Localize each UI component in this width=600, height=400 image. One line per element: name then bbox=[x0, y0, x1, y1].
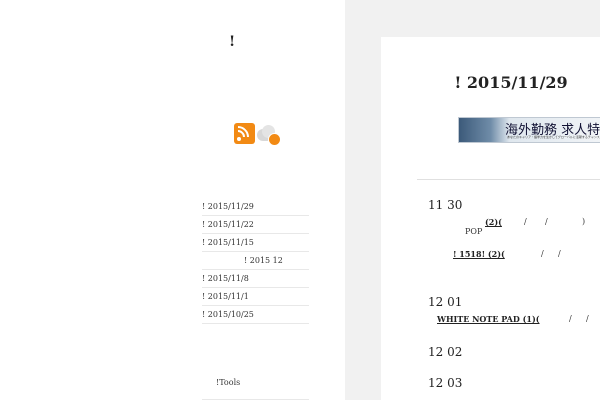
archive-item[interactable]: ! 2015/11/29 bbox=[202, 198, 309, 216]
archive-link[interactable]: ! 2015/11/1 bbox=[202, 292, 249, 301]
entry-link-text[interactable]: WHITE NOTE PAD (1)( bbox=[437, 314, 564, 324]
post-title[interactable]: ! 2015/11/29 bbox=[381, 73, 600, 92]
archive-item[interactable]: ! 2015/10/25 bbox=[202, 306, 309, 324]
separator: ) bbox=[582, 217, 586, 226]
ad-subtitle: あなたのキャリア・語学力を生かしてグローバルに活躍するチャンス bbox=[507, 135, 600, 139]
day-heading: 12 01 bbox=[428, 295, 463, 309]
entry-link-text[interactable]: (2)( bbox=[435, 217, 502, 227]
separator: / bbox=[545, 217, 548, 226]
archive-item[interactable]: ! 2015/11/1 bbox=[202, 288, 309, 306]
separator: / bbox=[569, 314, 572, 323]
separator: / bbox=[586, 314, 589, 323]
archive-item[interactable]: ! 2015/11/15 bbox=[202, 234, 309, 252]
site-title[interactable]: ! bbox=[229, 34, 235, 50]
tools-link[interactable]: !Tools bbox=[202, 378, 240, 387]
archive-link[interactable]: ! 2015/11/8 bbox=[202, 274, 249, 283]
cloud-rss-icon[interactable] bbox=[257, 123, 283, 147]
entry-link[interactable]: ! 1518! (2)( bbox=[436, 249, 505, 259]
archive-link[interactable]: ! 2015/10/25 bbox=[202, 310, 254, 319]
entry-link[interactable]: WHITE NOTE PAD (1)( bbox=[437, 314, 564, 324]
entry-link-text[interactable]: ! 1518! (2)( bbox=[436, 249, 505, 259]
archive-list: ! 2015/11/29 ! 2015/11/22 ! 2015/11/15 !… bbox=[202, 198, 309, 324]
separator: / bbox=[541, 249, 544, 258]
archive-link[interactable]: ! 2015/11/22 bbox=[202, 220, 254, 229]
day-heading: 12 03 bbox=[428, 376, 463, 390]
sidebar: ! ! 2015/11/29 ! 2015/11/22 ! 2015/11/15… bbox=[0, 0, 345, 400]
archive-link[interactable]: ! 2015/11/29 bbox=[202, 202, 254, 211]
archive-item[interactable]: ! 2015 12 bbox=[202, 252, 309, 270]
entry-link[interactable]: (2)( bbox=[435, 217, 502, 227]
day-heading: 12 02 bbox=[428, 345, 463, 359]
ad-banner[interactable]: 海外勤務 求人特集 あなたのキャリア・語学力を生かしてグローバルに活躍するチャン… bbox=[458, 117, 600, 143]
archive-link[interactable]: ! 2015/11/15 bbox=[202, 238, 254, 247]
archive-link[interactable]: ! 2015 12 bbox=[244, 256, 283, 265]
day-heading: 11 30 bbox=[428, 198, 463, 212]
archive-item[interactable]: ! 2015/11/22 bbox=[202, 216, 309, 234]
entry-subtext: POP bbox=[465, 227, 483, 236]
divider bbox=[417, 179, 600, 180]
archive-item[interactable]: ! 2015/11/8 bbox=[202, 270, 309, 288]
rss-icon[interactable] bbox=[234, 123, 255, 144]
separator: / bbox=[524, 217, 527, 226]
tools-widget: !Tools bbox=[202, 370, 309, 400]
main-content: ! 2015/11/29 海外勤務 求人特集 あなたのキャリア・語学力を生かして… bbox=[381, 37, 600, 400]
separator: / bbox=[558, 249, 561, 258]
divider bbox=[202, 385, 309, 400]
